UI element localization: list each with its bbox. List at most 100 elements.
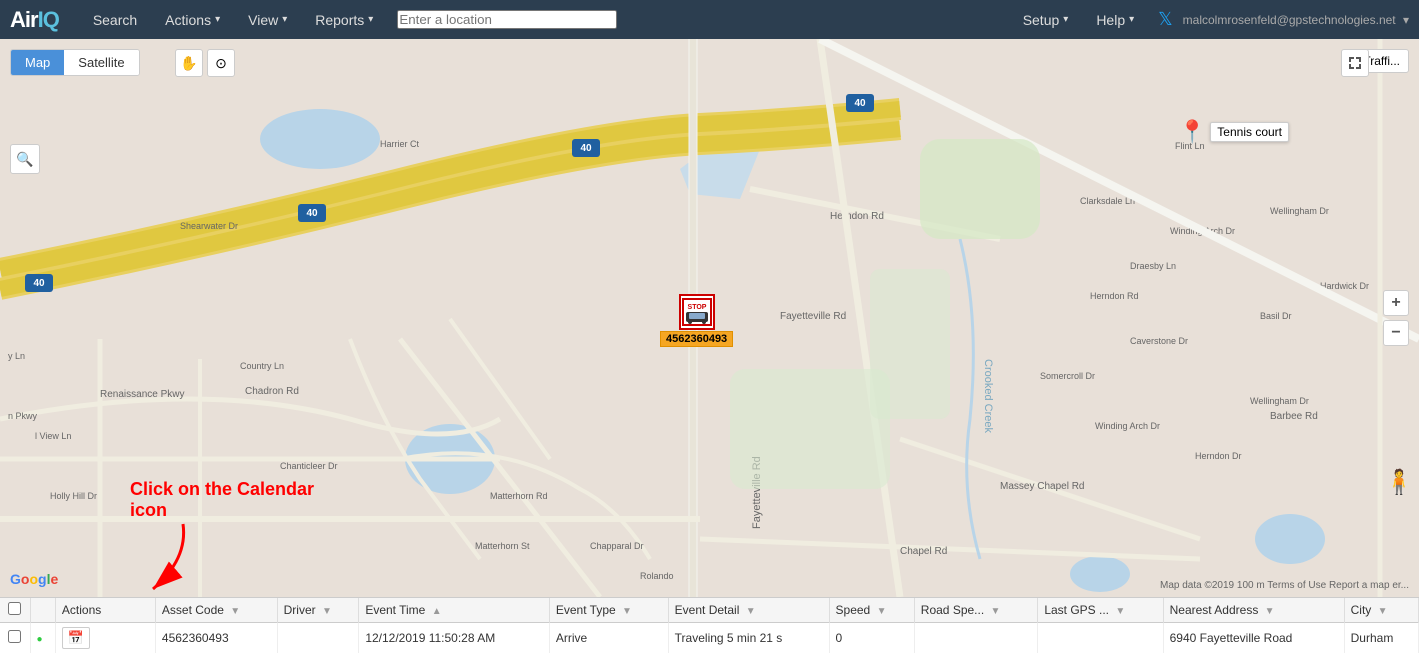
last-gps-sort-icon: ▼ <box>1115 606 1125 617</box>
svg-text:Holly Hill Dr: Holly Hill Dr <box>50 491 97 501</box>
actions-label: Actions <box>165 12 211 28</box>
nav-right: Setup ▾ Help ▾ 𝕏 malcolmrosenfeld@gpstec… <box>1009 0 1409 39</box>
expand-icon <box>1347 55 1363 71</box>
event-time-header: Event Time <box>365 603 425 617</box>
table-header-row: Actions Asset Code ▼ Driver ▼ Event Time… <box>0 598 1419 623</box>
driver-sort-icon: ▼ <box>322 606 332 617</box>
user-email[interactable]: malcolmrosenfeld@gpstechnologies.net ▾ <box>1183 13 1409 27</box>
row-icon-cell: ● <box>30 623 55 654</box>
row-asset-code: 4562360493 <box>155 623 277 654</box>
event-detail-sort-icon: ▼ <box>746 606 756 617</box>
bottom-table: Actions Asset Code ▼ Driver ▼ Event Time… <box>0 597 1419 657</box>
nav-view-btn[interactable]: View ▾ <box>234 0 301 39</box>
google-logo: Google <box>10 571 58 587</box>
zoom-in-button[interactable]: + <box>1383 290 1409 316</box>
col-road-speed[interactable]: Road Spe... ▼ <box>914 598 1038 623</box>
svg-text:Wellingham Dr: Wellingham Dr <box>1270 206 1329 216</box>
svg-text:Winding Arch Dr: Winding Arch Dr <box>1095 421 1160 431</box>
col-event-time[interactable]: Event Time ▲ <box>359 598 550 623</box>
svg-text:n Pkwy: n Pkwy <box>8 411 38 421</box>
select-all-checkbox[interactable] <box>8 602 21 615</box>
col-actions[interactable]: Actions <box>55 598 155 623</box>
row-checkbox-cell[interactable] <box>0 623 30 654</box>
brand-logo[interactable]: AirIQ <box>10 7 59 33</box>
event-time-sort-icon: ▲ <box>432 606 442 617</box>
row-city: Durham <box>1344 623 1418 654</box>
svg-text:40: 40 <box>854 98 866 109</box>
asset-code-header: Asset Code <box>162 603 224 617</box>
svg-text:Crooked Creek: Crooked Creek <box>982 359 994 433</box>
row-checkbox[interactable] <box>8 630 21 643</box>
nav-actions-btn[interactable]: Actions ▾ <box>151 0 234 39</box>
svg-text:Matterhorn Rd: Matterhorn Rd <box>490 491 548 501</box>
svg-text:40: 40 <box>33 278 45 289</box>
user-email-text: malcolmrosenfeld@gpstechnologies.net <box>1183 13 1396 27</box>
location-search-input[interactable] <box>397 10 617 29</box>
svg-text:Shearwater Dr: Shearwater Dr <box>180 221 238 231</box>
help-arrow-icon: ▾ <box>1129 14 1134 25</box>
col-city[interactable]: City ▼ <box>1344 598 1418 623</box>
calendar-button[interactable]: 📅 <box>62 627 90 649</box>
svg-text:Caverstone Dr: Caverstone Dr <box>1130 336 1188 346</box>
tennis-court-marker[interactable]: 📍 Tennis court <box>1179 119 1289 145</box>
satellite-tab-button[interactable]: Satellite <box>64 50 138 75</box>
col-asset-code[interactable]: Asset Code ▼ <box>155 598 277 623</box>
svg-text:Chapparal Dr: Chapparal Dr <box>590 541 644 551</box>
row-event-time: 12/12/2019 11:50:28 AM <box>359 623 550 654</box>
svg-text:Rolando: Rolando <box>640 571 674 581</box>
svg-text:y Ln: y Ln <box>8 351 25 361</box>
nav-setup-btn[interactable]: Setup ▾ <box>1009 0 1083 39</box>
view-arrow-icon: ▾ <box>282 14 287 25</box>
svg-text:Renaissance Pkwy: Renaissance Pkwy <box>100 389 184 400</box>
pegman-icon[interactable]: 🧍 <box>1384 468 1414 497</box>
event-type-sort-icon: ▼ <box>622 606 632 617</box>
nav-search-btn[interactable]: Search <box>79 0 151 39</box>
vehicle-id-label: 4562360493 <box>660 331 733 347</box>
tennis-pin-icon: 📍 <box>1179 119 1206 145</box>
zoom-out-button[interactable]: − <box>1383 320 1409 346</box>
nearest-address-sort-icon: ▼ <box>1265 606 1275 617</box>
col-event-type[interactable]: Event Type ▼ <box>549 598 668 623</box>
row-status-icon: ● <box>37 634 43 645</box>
hand-cursor-button[interactable]: ✋ <box>175 49 203 77</box>
row-actions-cell: 📅 <box>55 623 155 654</box>
row-speed: 0 <box>829 623 914 654</box>
svg-text:Barbee Rd: Barbee Rd <box>1270 411 1318 422</box>
svg-text:Chadron Rd: Chadron Rd <box>245 386 299 397</box>
col-event-detail[interactable]: Event Detail ▼ <box>668 598 829 623</box>
map-attribution: Map data ©2019 100 m Terms of Use Report… <box>1160 580 1409 591</box>
car-stop-icon: STOP <box>682 298 712 326</box>
col-speed[interactable]: Speed ▼ <box>829 598 914 623</box>
event-type-header: Event Type <box>556 603 616 617</box>
cursor-button[interactable]: ⊙ <box>207 49 235 77</box>
search-icon[interactable]: 🔍 <box>10 144 40 174</box>
col-row-icon <box>30 598 55 623</box>
svg-text:Matterhorn St: Matterhorn St <box>475 541 530 551</box>
row-driver <box>277 623 359 654</box>
col-checkbox[interactable] <box>0 598 30 623</box>
col-nearest-address[interactable]: Nearest Address ▼ <box>1163 598 1344 623</box>
map-container: 40 40 40 40 Fayetteville Rd Herndon Rd M… <box>0 39 1419 597</box>
map-tab-button[interactable]: Map <box>11 50 64 75</box>
data-table: Actions Asset Code ▼ Driver ▼ Event Time… <box>0 598 1419 653</box>
actions-header: Actions <box>62 603 101 617</box>
col-driver[interactable]: Driver ▼ <box>277 598 359 623</box>
road-speed-header: Road Spe... <box>921 603 984 617</box>
vehicle-marker[interactable]: STOP 4562360493 <box>660 294 733 347</box>
nav-help-btn[interactable]: Help ▾ <box>1082 0 1148 39</box>
reports-arrow-icon: ▾ <box>368 14 373 25</box>
svg-text:Basil Dr: Basil Dr <box>1260 311 1292 321</box>
vehicle-icon: STOP <box>679 294 715 330</box>
col-last-gps[interactable]: Last GPS ... ▼ <box>1038 598 1163 623</box>
expand-button[interactable] <box>1341 49 1369 77</box>
map-search-button[interactable]: 🔍 <box>10 144 40 174</box>
map-hand-controls: ✋ ⊙ <box>175 49 235 77</box>
row-last-gps <box>1038 623 1163 654</box>
nav-reports-btn[interactable]: Reports ▾ <box>301 0 387 39</box>
twitter-icon[interactable]: 𝕏 <box>1158 9 1173 30</box>
row-nearest-address: 6940 Fayetteville Road <box>1163 623 1344 654</box>
event-detail-header: Event Detail <box>675 603 740 617</box>
tennis-label: Tennis court <box>1210 122 1289 142</box>
reports-label: Reports <box>315 12 364 28</box>
svg-text:Clarksdale Ln: Clarksdale Ln <box>1080 196 1135 206</box>
